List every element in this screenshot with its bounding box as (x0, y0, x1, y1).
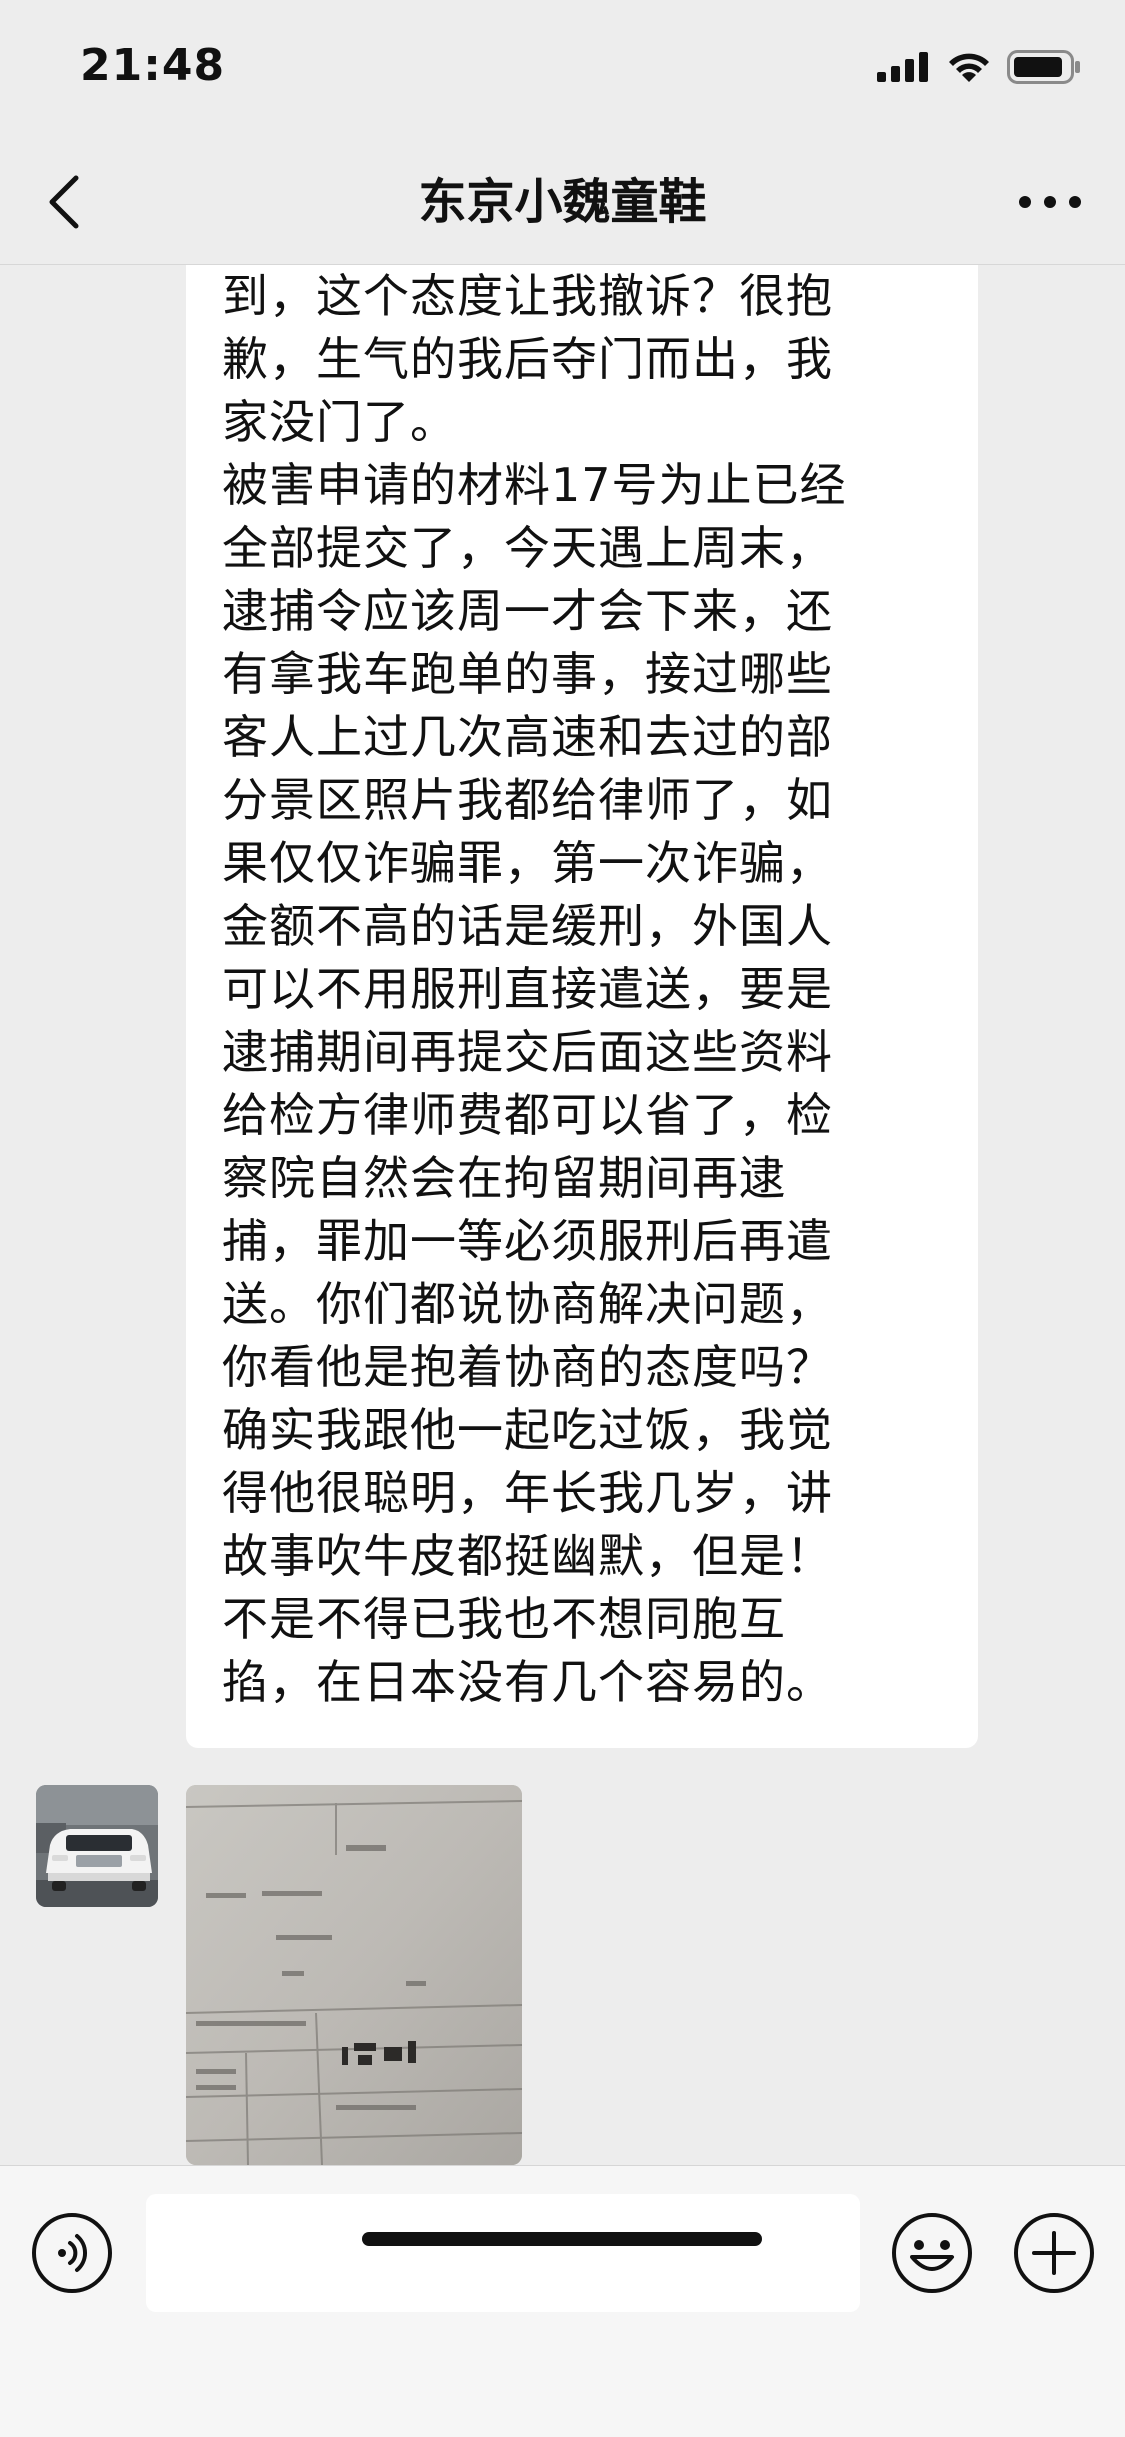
image-message[interactable] (186, 1785, 522, 2165)
message-input[interactable] (146, 2194, 860, 2312)
home-indicator[interactable] (362, 2232, 762, 2246)
chat-title: 东京小魏童鞋 (418, 174, 707, 230)
plus-circle-icon (1014, 2213, 1094, 2293)
chat-header: 东京小魏童鞋 (0, 140, 1125, 265)
status-bar: 21:48 (0, 0, 1125, 140)
status-time: 21:48 (80, 40, 226, 91)
voice-icon (32, 2213, 112, 2293)
status-icons (877, 50, 1081, 84)
battery-icon (1007, 50, 1080, 84)
more-button[interactable] (1015, 184, 1085, 220)
signal-icon (877, 52, 928, 82)
wifi-icon (949, 53, 989, 82)
emoji-button[interactable] (890, 2211, 974, 2295)
input-bar (0, 2165, 1125, 2437)
message-text: 到，这个态度让我撤诉？很抱 歉，生气的我后夺门而出，我 家没门了。 被害申请的材… (222, 269, 847, 1709)
white-minivan-avatar (36, 1785, 158, 1907)
message-bubble[interactable]: 到，这个态度让我撤诉？很抱 歉，生气的我后夺门而出，我 家没门了。 被害申请的材… (186, 265, 978, 1748)
emoji-icon (892, 2213, 972, 2293)
message-list[interactable]: 到，这个态度让我撤诉？很抱 歉，生气的我后夺门而出，我 家没门了。 被害申请的材… (0, 265, 1125, 2165)
add-button[interactable] (1012, 2211, 1096, 2295)
more-dots-icon (1019, 196, 1081, 208)
voice-button[interactable] (30, 2211, 114, 2295)
document-photo (186, 1785, 522, 2165)
avatar[interactable] (36, 1785, 158, 1907)
